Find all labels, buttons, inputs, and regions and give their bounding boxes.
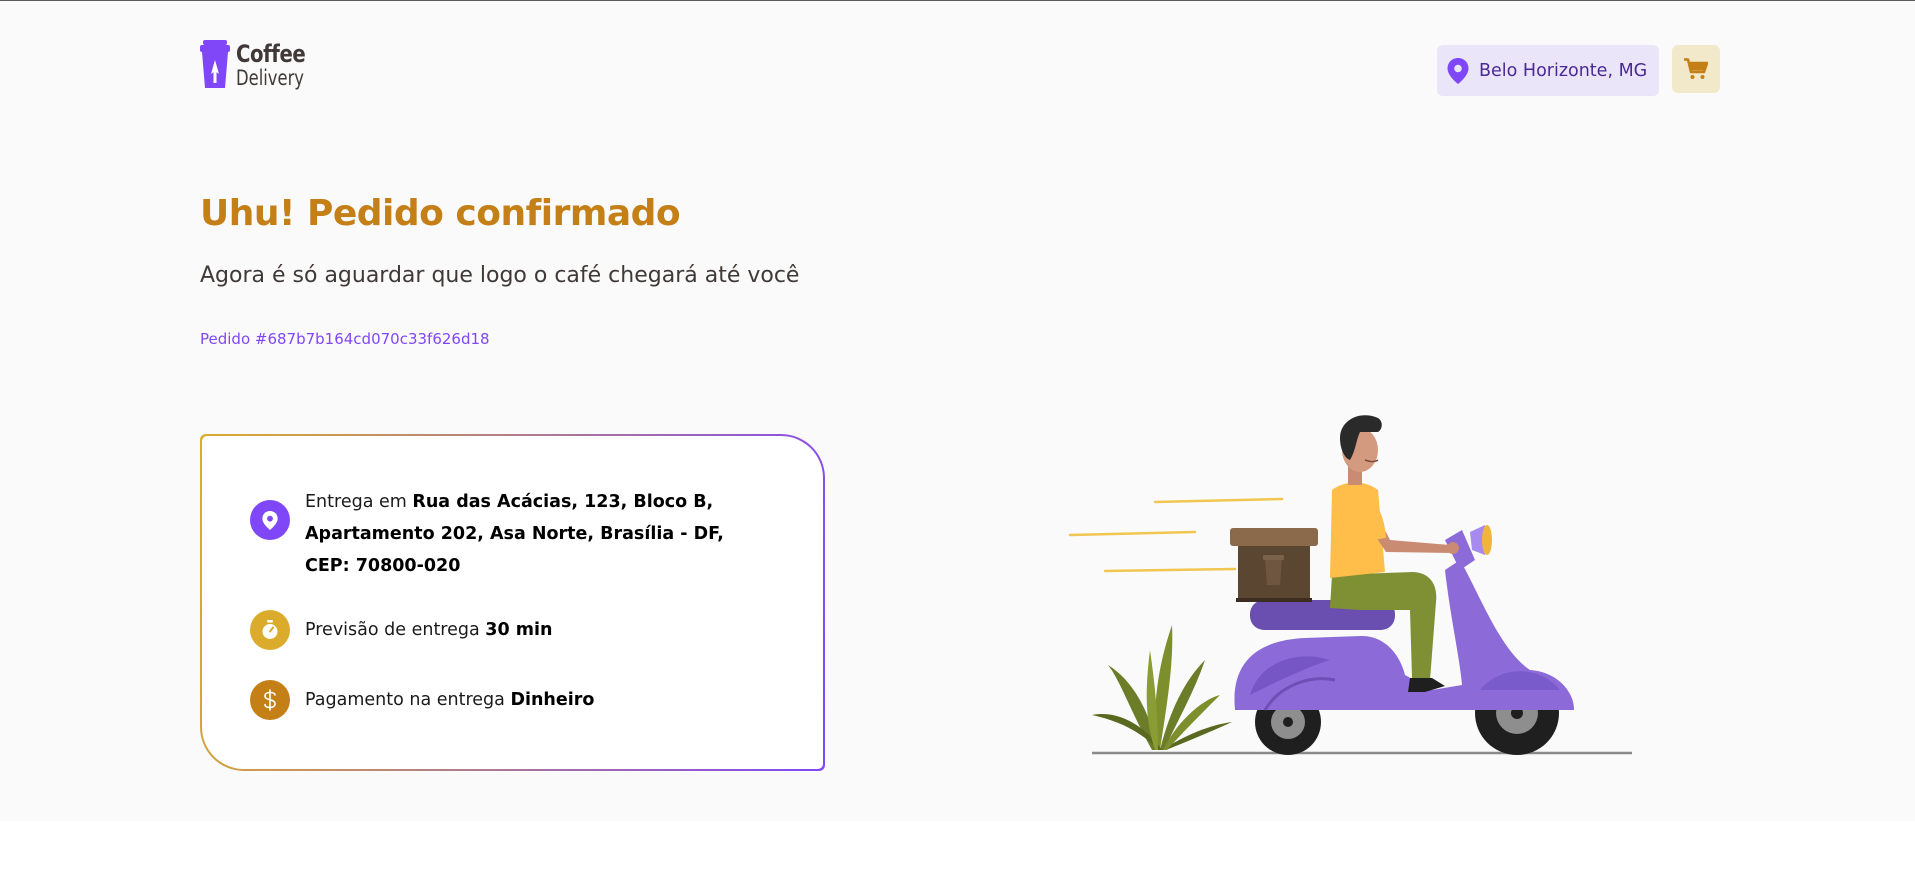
location-badge[interactable]: Belo Horizonte, MG xyxy=(1437,45,1659,96)
logo-title: Coffee xyxy=(236,39,306,68)
page-title: Uhu! Pedido confirmado xyxy=(200,193,681,234)
shopping-cart-icon xyxy=(1684,58,1708,79)
delivery-time-row: Previsão de entrega 30 min xyxy=(250,610,552,650)
cart-button[interactable] xyxy=(1672,45,1720,93)
delivery-address-text: Entrega em Rua das Acácias, 123, Bloco B… xyxy=(305,492,724,576)
timer-icon xyxy=(250,610,290,650)
location-label: Belo Horizonte, MG xyxy=(1479,60,1648,81)
logo-subtitle: Delivery xyxy=(236,65,304,90)
delivery-scooter-illustration xyxy=(1068,415,1632,755)
page-subtitle: Agora é só aguardar que logo o café cheg… xyxy=(200,263,800,288)
payment-text: Pagamento na entrega Dinheiro xyxy=(305,690,595,710)
map-pin-icon xyxy=(1447,57,1469,84)
payment-value: Dinheiro xyxy=(510,690,595,710)
coffee-cup-logo-icon xyxy=(200,40,230,88)
payment-row: Pagamento na entrega Dinheiro xyxy=(250,680,594,720)
currency-dollar-icon xyxy=(250,680,290,720)
delivery-time-value: 30 min xyxy=(485,620,553,640)
order-info-card: Entrega em Rua das Acácias, 123, Bloco B… xyxy=(200,434,825,771)
delivery-address-row: Entrega em Rua das Acácias, 123, Bloco B… xyxy=(250,486,725,582)
delivery-time-text: Previsão de entrega 30 min xyxy=(305,620,553,640)
order-id: Pedido #687b7b164cd070c33f626d18 xyxy=(200,330,490,348)
map-pin-icon xyxy=(250,500,290,540)
logo[interactable]: Coffee Delivery xyxy=(200,40,323,90)
